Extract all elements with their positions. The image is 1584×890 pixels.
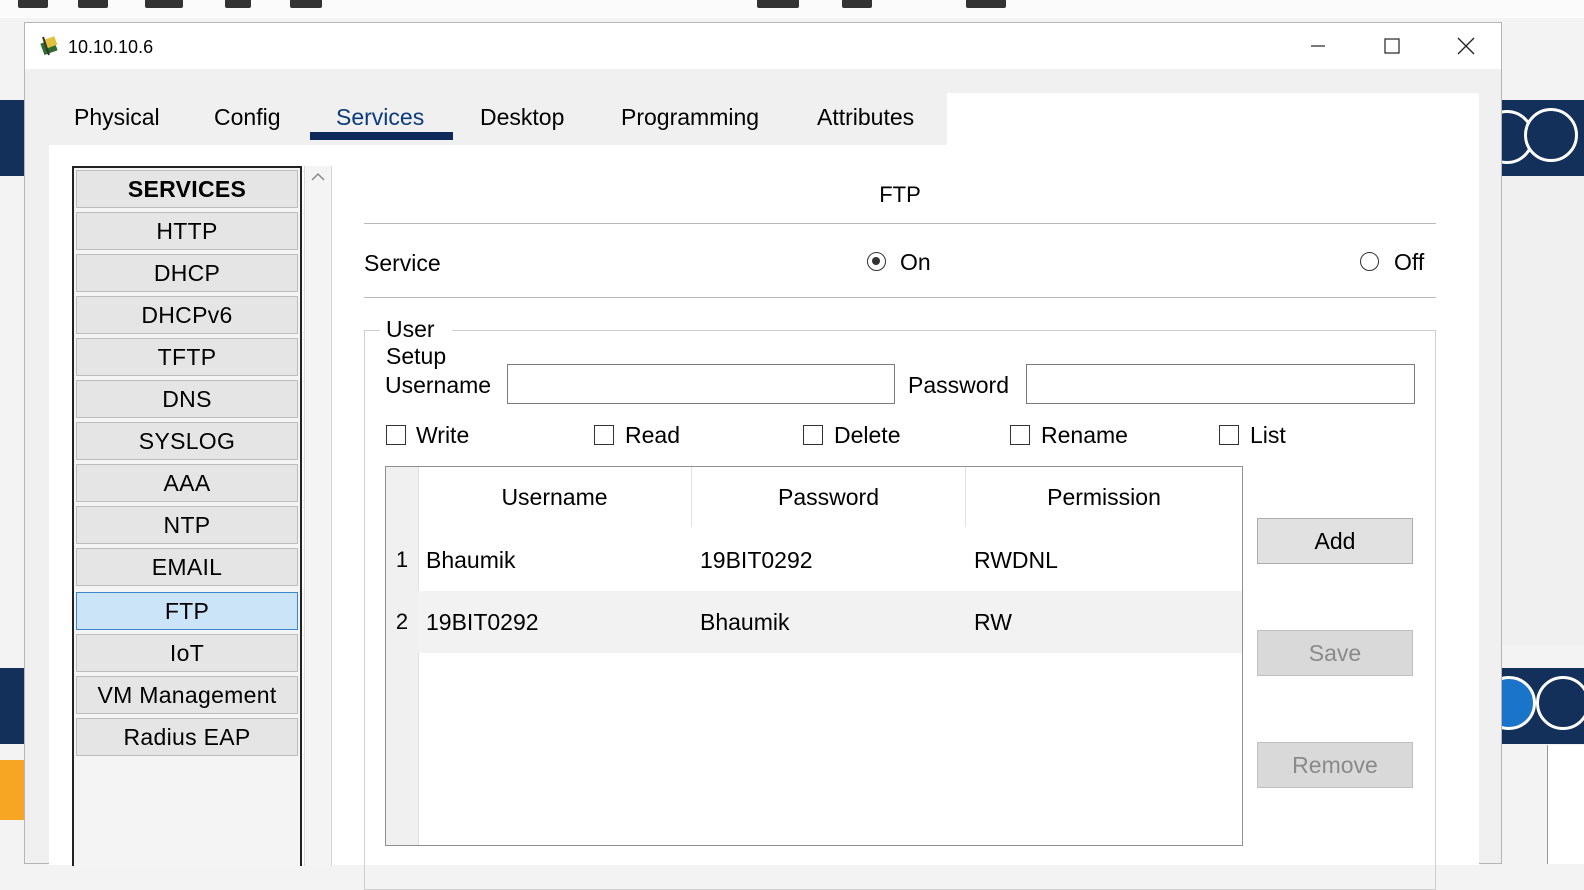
list-label: List [1250,422,1286,448]
sidebar-item-syslog[interactable]: SYSLOG [76,422,298,460]
row-number: 2 [395,609,409,634]
service-on-label: On [900,249,931,275]
cell-password: Bhaumik [700,608,790,635]
toolbar-icon [225,0,251,8]
username-input[interactable] [507,364,895,404]
toolbar-icon [842,0,872,8]
radio-selected-dot [872,257,880,265]
table-row[interactable]: Bhaumik 19BIT0292 RWDNL [418,529,1242,591]
maximize-button[interactable] [1355,23,1429,69]
sidebar-item-dns[interactable]: DNS [76,380,298,418]
table-row[interactable]: 19BIT0292 Bhaumik RW [418,591,1242,653]
toolbar-icon [966,0,1006,8]
cell-username: 19BIT0292 [426,608,539,635]
tab-attributes[interactable]: Attributes [817,105,914,145]
row-number: 1 [395,547,409,572]
column-header-username[interactable]: Username [418,467,692,527]
app-icon [40,36,58,56]
sidebar-item-http[interactable]: HTTP [76,212,298,250]
sidebar-header: SERVICES [76,170,298,208]
tab-physical[interactable]: Physical [74,105,160,145]
read-label: Read [625,422,680,448]
sidebar-item-tftp[interactable]: TFTP [76,338,298,376]
read-checkbox[interactable] [594,425,614,445]
sidebar-item-aaa[interactable]: AAA [76,464,298,502]
cell-permission: RWDNL [974,546,1058,573]
write-checkbox[interactable] [386,425,406,445]
service-off-radio[interactable] [1360,252,1379,271]
background-device-icon [0,760,24,820]
toolbar-icon [145,0,183,8]
rename-label: Rename [1041,422,1128,448]
tab-programming[interactable]: Programming [621,105,759,145]
divider [364,297,1436,298]
cell-username: Bhaumik [426,546,516,573]
active-tab-indicator [310,132,453,140]
column-header-permission[interactable]: Permission [966,467,1242,527]
column-header-password[interactable]: Password [692,467,966,527]
toolbar-icon [18,0,48,8]
service-on-radio[interactable] [867,252,886,271]
title-bar: 10.10.10.6 [25,23,1501,69]
toolbar-icon [290,0,322,8]
background-round-icon [1524,108,1578,162]
minimize-icon [1311,45,1325,47]
close-button[interactable] [1429,23,1503,69]
delete-checkbox[interactable] [803,425,823,445]
row-header-column [386,467,419,845]
write-label: Write [416,422,470,448]
scroll-up-icon[interactable] [311,172,325,182]
close-icon [1457,37,1475,55]
add-button[interactable]: Add [1257,518,1413,564]
service-off-label: Off [1394,249,1425,275]
minimize-button[interactable] [1281,23,1355,69]
list-checkbox[interactable] [1219,425,1239,445]
password-label: Password [908,372,1009,398]
save-button[interactable]: Save [1257,630,1413,676]
user-setup-legend: User Setup [380,316,453,370]
background-panel [1500,176,1584,646]
sidebar-item-ntp[interactable]: NTP [76,506,298,544]
users-table: Username Password Permission 1 Bhaumik 1… [385,466,1243,846]
toolbar-icon [757,0,799,8]
panel-title: FTP [879,182,921,207]
username-label: Username [385,372,492,398]
background-panel [0,668,24,744]
sidebar-scrollbar[interactable] [304,166,332,866]
services-sidebar: SERVICES HTTP DHCP DHCPv6 TFTP DNS SYSLO… [72,166,302,866]
remove-button[interactable]: Remove [1257,742,1413,788]
divider [364,223,1436,224]
background-round-icon [1536,676,1584,730]
sidebar-item-dhcpv6[interactable]: DHCPv6 [76,296,298,334]
cell-permission: RW [974,608,1012,635]
toolbar-icon [78,0,108,8]
password-input[interactable] [1026,364,1415,404]
sidebar-item-iot[interactable]: IoT [76,634,298,672]
sidebar-item-dhcp[interactable]: DHCP [76,254,298,292]
sidebar-item-ftp[interactable]: FTP [76,592,298,630]
sidebar-item-radius-eap[interactable]: Radius EAP [76,718,298,756]
background-toolbar [0,0,1584,18]
sidebar-item-vm-management[interactable]: VM Management [76,676,298,714]
tab-desktop[interactable]: Desktop [480,105,564,145]
background-panel [0,100,24,176]
sidebar-item-email[interactable]: EMAIL [76,548,298,586]
cell-password: 19BIT0292 [700,546,813,573]
delete-label: Delete [834,422,901,448]
maximize-icon [1384,38,1400,54]
service-label: Service [364,250,441,276]
tab-config[interactable]: Config [214,105,280,145]
window-title: 10.10.10.6 [68,37,154,57]
tab-bar: Physical Config Services Desktop Program… [49,93,947,145]
rename-checkbox[interactable] [1010,425,1030,445]
background-panel [1547,745,1584,864]
